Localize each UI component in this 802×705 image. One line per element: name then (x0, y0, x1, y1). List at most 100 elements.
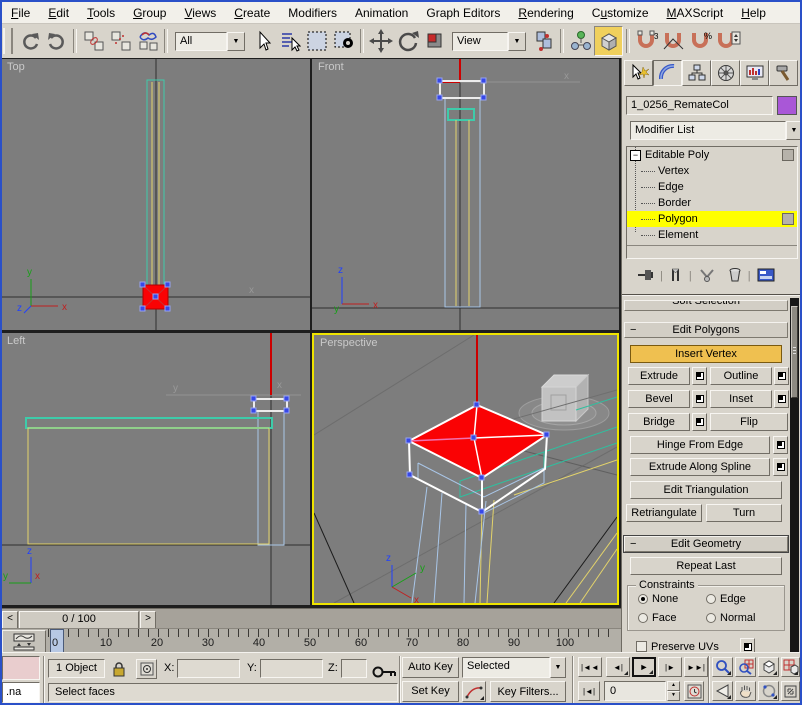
stack-item-edge[interactable]: Edge (627, 179, 797, 195)
angle-snap-button[interactable] (660, 27, 687, 55)
previous-frame-button[interactable]: ◄| (606, 657, 630, 677)
pin-stack-icon[interactable] (636, 267, 654, 286)
field-of-view-button[interactable] (712, 681, 733, 701)
pan-view-button[interactable] (735, 681, 756, 701)
y-coordinate-field[interactable] (260, 659, 323, 678)
arc-rotate-button[interactable] (758, 681, 779, 701)
undo-button[interactable] (16, 27, 43, 55)
dropdown-arrow-icon[interactable]: ▼ (550, 657, 566, 678)
make-unique-icon[interactable] (698, 267, 716, 286)
modifier-onoff-icon[interactable] (782, 149, 794, 161)
frame-spinner[interactable]: ▲▼ (667, 681, 680, 701)
play-animation-button[interactable]: ► (632, 657, 656, 677)
select-and-link-button[interactable] (80, 27, 107, 55)
extrude-settings-button[interactable] (692, 367, 707, 385)
viewport-front-label[interactable]: Front (318, 61, 344, 73)
spinner-up-icon[interactable]: ▲ (667, 681, 680, 691)
viewport-top-label[interactable]: Top (7, 61, 25, 73)
configure-modifier-sets-icon[interactable] (757, 267, 775, 286)
stack-item-border[interactable]: Border (627, 195, 797, 211)
object-color-swatch[interactable] (777, 96, 797, 115)
maxscript-mini-listener[interactable] (2, 656, 40, 680)
zoom-all-button[interactable] (735, 657, 756, 677)
menu-graph-editors[interactable]: Graph Editors (417, 4, 509, 22)
tab-motion[interactable] (711, 60, 740, 86)
percent-snap-button[interactable]: % (687, 27, 714, 55)
redo-button[interactable] (43, 27, 70, 55)
tab-display[interactable] (740, 60, 769, 86)
object-name-field[interactable]: 1_0256_RemateCol (626, 96, 773, 115)
absolute-offset-toggle-button[interactable] (136, 659, 157, 679)
inset-settings-button[interactable] (774, 390, 789, 408)
remove-modifier-icon[interactable] (728, 267, 742, 286)
viewport-perspective[interactable]: z y x Perspective (312, 333, 619, 605)
spinner-down-icon[interactable]: ▼ (667, 691, 680, 701)
tab-create[interactable] (624, 60, 653, 86)
select-and-rotate-button[interactable] (394, 27, 421, 55)
constraint-none-radio[interactable]: None (638, 593, 678, 605)
collapse-icon[interactable]: − (630, 150, 641, 161)
constraint-normal-radio[interactable]: Normal (706, 612, 755, 624)
menu-customize[interactable]: Customize (583, 4, 658, 22)
unlink-selection-button[interactable] (107, 27, 134, 55)
snaps-toggle-button[interactable] (594, 26, 623, 56)
zoom-button[interactable] (712, 657, 733, 677)
viewport-perspective-label[interactable]: Perspective (320, 337, 377, 349)
menu-file[interactable]: File (2, 4, 39, 22)
bridge-settings-button[interactable] (692, 413, 707, 431)
open-mini-curve-editor-button[interactable] (2, 630, 46, 654)
stack-item-vertex[interactable]: Vertex (627, 163, 797, 179)
extrude-button[interactable]: Extrude (628, 367, 690, 385)
track-bar[interactable]: 0 10 20 30 40 50 60 70 80 90 100 (0, 628, 621, 653)
reference-coordinate-combo[interactable]: View ▼ (452, 32, 526, 51)
viewport-front[interactable]: x z x y Front (312, 59, 619, 330)
next-frame-arrow[interactable]: > (140, 611, 156, 629)
key-mode-toggle-button[interactable]: |◄| (578, 681, 600, 701)
maxscript-listener-field[interactable]: .na (2, 682, 40, 703)
rectangular-selection-region-button[interactable] (303, 27, 330, 55)
rollout-edit-geometry[interactable]: − Edit Geometry (624, 536, 788, 552)
insert-vertex-button[interactable]: Insert Vertex (630, 345, 782, 363)
current-frame-field[interactable]: 0 (604, 681, 666, 701)
menu-modifiers[interactable]: Modifiers (279, 4, 346, 22)
stack-item-polygon-selected[interactable]: Polygon (627, 211, 797, 227)
select-object-button[interactable] (249, 27, 276, 55)
window-crossing-toggle-button[interactable] (330, 27, 357, 55)
viewport-left-label[interactable]: Left (7, 335, 25, 347)
zoom-extents-all-button[interactable] (781, 657, 800, 677)
menu-group[interactable]: Group (124, 4, 175, 22)
edit-triangulation-button[interactable]: Edit Triangulation (630, 481, 782, 499)
stack-item-element[interactable]: Element (627, 227, 797, 243)
menu-animation[interactable]: Animation (346, 4, 417, 22)
select-and-move-button[interactable] (367, 27, 394, 55)
repeat-last-button[interactable]: Repeat Last (630, 557, 782, 575)
default-in-out-tangents-button[interactable] (462, 681, 486, 702)
flip-button[interactable]: Flip (710, 413, 788, 431)
extrude-along-spline-button[interactable]: Extrude Along Spline (630, 458, 770, 476)
menu-create[interactable]: Create (225, 4, 279, 22)
inset-button[interactable]: Inset (710, 390, 772, 408)
time-configuration-button[interactable] (684, 681, 704, 701)
outline-settings-button[interactable] (774, 367, 789, 385)
stack-item-editable-poly[interactable]: − Editable Poly (627, 147, 797, 163)
select-and-scale-button[interactable] (421, 27, 448, 55)
snap-3d-button[interactable]: 3 (633, 27, 660, 55)
menu-help[interactable]: Help (732, 4, 775, 22)
maximize-viewport-toggle-button[interactable] (781, 681, 800, 701)
preserve-uvs-settings-button[interactable] (740, 638, 755, 652)
menu-rendering[interactable]: Rendering (509, 4, 582, 22)
selection-set-dropdown[interactable]: Selected ▼ (462, 657, 566, 678)
panel-scrollbar-thumb[interactable] (791, 306, 798, 398)
auto-key-button[interactable]: Auto Key (402, 657, 459, 678)
menu-edit[interactable]: Edit (39, 4, 78, 22)
viewport-left[interactable]: y x z y x Left (1, 333, 310, 605)
rollout-soft-selection[interactable]: Soft Selection (624, 300, 788, 311)
tab-utilities[interactable] (769, 60, 798, 86)
hinge-from-edge-button[interactable]: Hinge From Edge (630, 436, 770, 454)
menu-maxscript[interactable]: MAXScript (658, 4, 733, 22)
selection-filter-combo[interactable]: All ▼ (175, 32, 245, 51)
set-key-button[interactable]: Set Key (402, 681, 459, 702)
previous-frame-arrow[interactable]: < (2, 611, 18, 629)
bridge-button[interactable]: Bridge (628, 413, 690, 431)
select-and-manipulate-button[interactable] (567, 27, 594, 55)
